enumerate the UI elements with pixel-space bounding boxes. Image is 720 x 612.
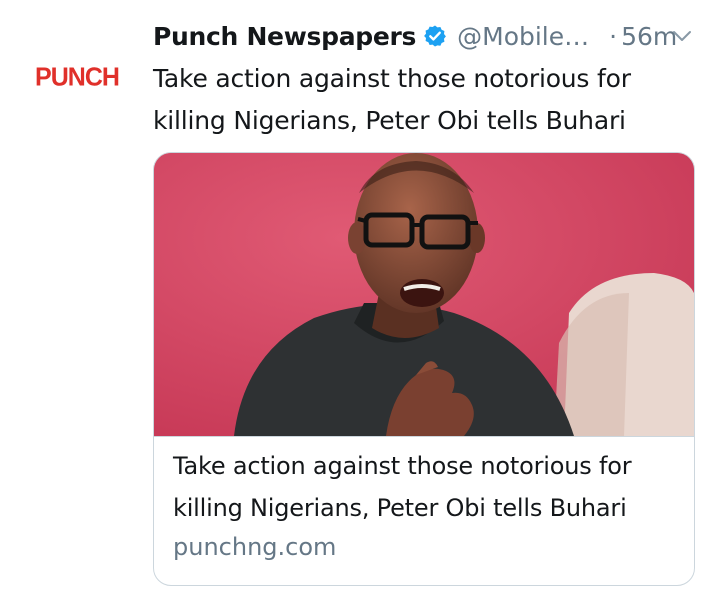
card-title[interactable]: Take action against those notorious for … bbox=[173, 445, 678, 529]
punch-logo: PUNCH bbox=[35, 62, 120, 92]
separator-dot: · bbox=[609, 21, 618, 51]
card-image[interactable] bbox=[154, 153, 694, 437]
avatar[interactable]: PUNCH bbox=[28, 54, 126, 102]
link-card[interactable]: Take action against those notorious for … bbox=[153, 152, 695, 586]
chevron-down-icon[interactable] bbox=[670, 24, 694, 48]
tweet-text: Take action against those notorious for … bbox=[153, 64, 631, 135]
card-domain[interactable]: punchng.com bbox=[173, 529, 678, 565]
card-text[interactable]: Take action against those notorious for … bbox=[173, 445, 678, 565]
account-handle[interactable]: @Mobile… bbox=[457, 22, 589, 51]
account-name[interactable]: Punch Newspapers bbox=[153, 22, 416, 51]
tweet-timestamp[interactable]: 56m bbox=[621, 22, 677, 51]
verified-badge-icon bbox=[423, 24, 447, 48]
tweet-header: Punch Newspapers @Mobile… · 56m bbox=[153, 18, 698, 54]
